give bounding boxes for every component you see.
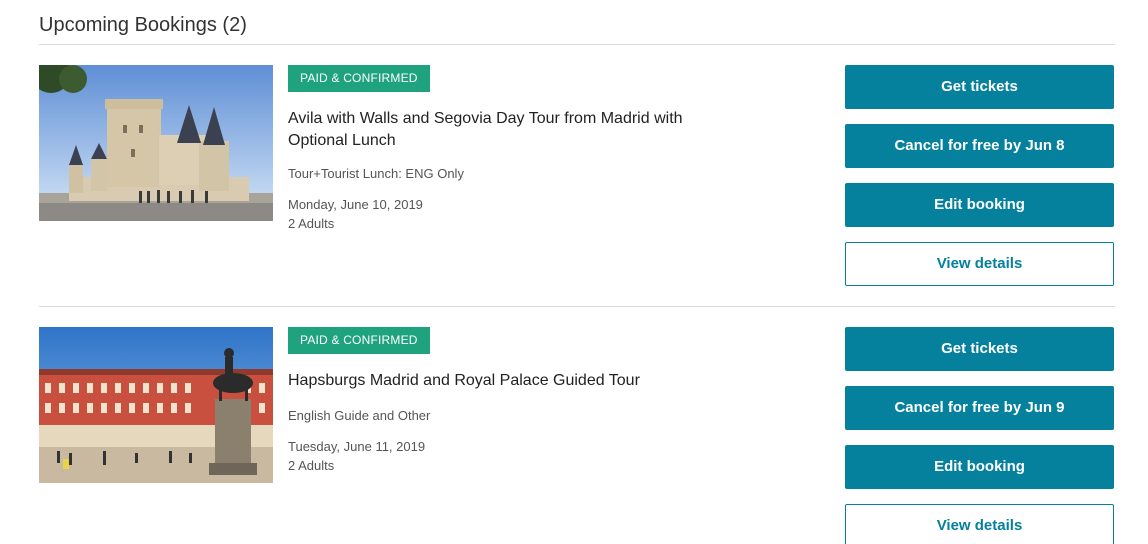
booking-info: PAID & CONFIRMED Avila with Walls and Se… — [288, 65, 718, 233]
tour-title[interactable]: Avila with Walls and Segovia Day Tour fr… — [288, 108, 718, 152]
section-divider — [39, 44, 1115, 45]
tour-date: Tuesday, June 11, 2019 — [288, 439, 426, 454]
tour-date: Monday, June 10, 2019 — [288, 197, 423, 212]
get-tickets-button[interactable]: Get tickets — [845, 65, 1114, 109]
booking-info: PAID & CONFIRMED Hapsburgs Madrid and Ro… — [288, 327, 718, 475]
tour-image-plaza[interactable] — [39, 327, 273, 483]
tour-option: Tour+Tourist Lunch: ENG Only — [288, 166, 464, 181]
booking-divider — [39, 306, 1115, 307]
tour-image-castle[interactable] — [39, 65, 273, 221]
booking-card: PAID & CONFIRMED Avila with Walls and Se… — [39, 65, 1115, 305]
status-badge: PAID & CONFIRMED — [288, 327, 430, 354]
edit-booking-button[interactable]: Edit booking — [845, 183, 1114, 227]
get-tickets-button[interactable]: Get tickets — [845, 327, 1114, 371]
cancel-booking-button[interactable]: Cancel for free by Jun 8 — [845, 124, 1114, 168]
cancel-booking-button[interactable]: Cancel for free by Jun 9 — [845, 386, 1114, 430]
tour-title[interactable]: Hapsburgs Madrid and Royal Palace Guided… — [288, 370, 718, 392]
edit-booking-button[interactable]: Edit booking — [845, 445, 1114, 489]
traveler-count: 2 Adults — [288, 458, 335, 473]
booking-actions: Get tickets Cancel for free by Jun 8 Edi… — [845, 65, 1114, 301]
traveler-count: 2 Adults — [288, 216, 335, 231]
booking-card: PAID & CONFIRMED Hapsburgs Madrid and Ro… — [39, 327, 1115, 544]
bookings-page: Upcoming Bookings (2) PAID & CONFIRMED A… — [0, 0, 1148, 544]
booking-actions: Get tickets Cancel for free by Jun 9 Edi… — [845, 327, 1114, 544]
view-details-button[interactable]: View details — [845, 504, 1114, 544]
tour-option: English Guide and Other — [288, 408, 431, 423]
view-details-button[interactable]: View details — [845, 242, 1114, 286]
section-title: Upcoming Bookings (2) — [39, 14, 247, 36]
status-badge: PAID & CONFIRMED — [288, 65, 430, 92]
